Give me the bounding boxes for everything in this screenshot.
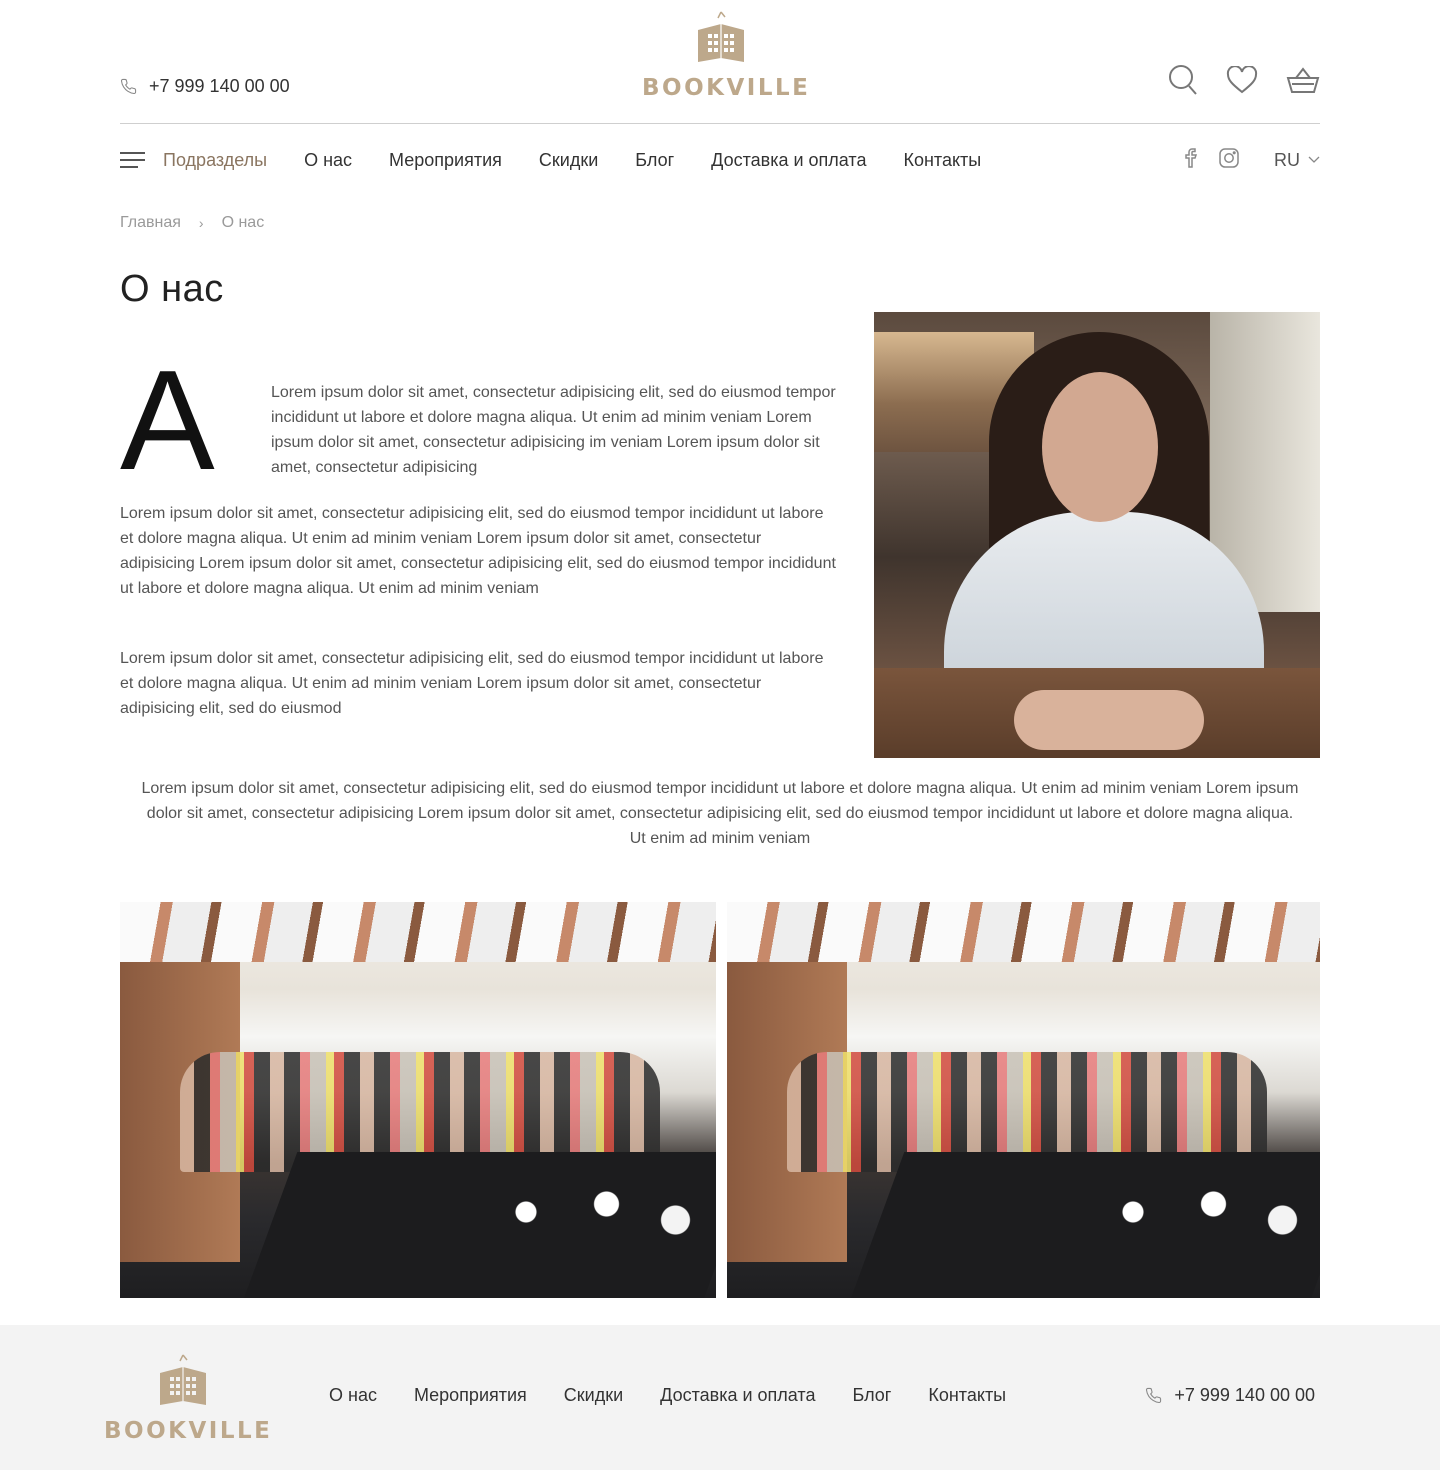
- chevron-down-icon: [1308, 156, 1320, 163]
- header-phone-number: +7 999 140 00 00: [149, 76, 290, 96]
- language-label: RU: [1274, 149, 1300, 170]
- center-paragraph: Lorem ipsum dolor sit amet, consectetur …: [141, 780, 1299, 847]
- nav-item-blog[interactable]: Блог: [635, 150, 674, 171]
- footer-logo[interactable]: BOOKVILLE: [104, 1353, 273, 1444]
- breadcrumb-home[interactable]: Главная: [120, 214, 181, 232]
- nav-item-about[interactable]: О нас: [304, 150, 352, 171]
- facebook-icon[interactable]: [1184, 147, 1198, 174]
- language-selector[interactable]: RU: [1274, 150, 1320, 171]
- footer-nav-contacts[interactable]: Контакты: [928, 1385, 1006, 1406]
- site-footer: BOOKVILLE О нас Мероприятия Скидки Доста…: [0, 1325, 1440, 1470]
- nav-item-delivery[interactable]: Доставка и оплата: [711, 150, 866, 171]
- nav-item-subsections[interactable]: Подразделы: [163, 150, 267, 171]
- search-icon[interactable]: [1168, 64, 1198, 101]
- portrait-photo: [874, 312, 1320, 758]
- heart-icon[interactable]: [1226, 65, 1258, 99]
- group-photo-1: [120, 902, 716, 1298]
- body-paragraph-2: Lorem ipsum dolor sit amet, consectetur …: [120, 650, 824, 717]
- main-nav: Подразделы О нас Мероприятия Скидки Блог…: [120, 124, 1320, 196]
- hamburger-icon[interactable]: [120, 152, 145, 168]
- phone-icon: [1146, 1387, 1162, 1404]
- basket-icon[interactable]: [1286, 66, 1320, 99]
- site-logo[interactable]: BOOKVILLE: [642, 10, 811, 101]
- header-phone[interactable]: +7 999 140 00 00: [120, 76, 290, 97]
- phone-icon: [120, 78, 137, 95]
- nav-right: RU: [1184, 124, 1320, 196]
- logo-text: BOOKVILLE: [642, 75, 811, 101]
- nav-item-discounts[interactable]: Скидки: [539, 150, 598, 171]
- header-actions: [1168, 64, 1320, 101]
- book-house-logo-icon: [160, 1354, 206, 1405]
- footer-nav-events[interactable]: Мероприятия: [414, 1385, 527, 1406]
- breadcrumb: Главная › О нас: [120, 214, 264, 232]
- footer-nav-discounts[interactable]: Скидки: [564, 1385, 623, 1406]
- footer-nav-about[interactable]: О нас: [329, 1385, 377, 1406]
- nav-item-events[interactable]: Мероприятия: [389, 150, 502, 171]
- footer-nav: О нас Мероприятия Скидки Доставка и опла…: [329, 1385, 1006, 1406]
- footer-nav-blog[interactable]: Блог: [852, 1385, 891, 1406]
- footer-phone-number: +7 999 140 00 00: [1174, 1385, 1315, 1405]
- instagram-icon[interactable]: [1218, 147, 1240, 174]
- footer-nav-delivery[interactable]: Доставка и оплата: [660, 1385, 815, 1406]
- site-header: +7 999 140 00 00 BOOKVILLE: [120, 0, 1320, 124]
- book-house-logo-icon: [698, 11, 744, 62]
- page-title: О нас: [120, 268, 224, 310]
- body-paragraph-1: Lorem ipsum dolor sit amet, consectetur …: [120, 505, 836, 597]
- footer-logo-text: BOOKVILLE: [104, 1418, 273, 1444]
- breadcrumb-separator-icon: ›: [198, 215, 204, 231]
- footer-phone[interactable]: +7 999 140 00 00: [1145, 1385, 1315, 1406]
- breadcrumb-current: О нас: [221, 214, 265, 231]
- nav-item-contacts[interactable]: Контакты: [903, 150, 981, 171]
- drop-cap: A: [120, 341, 215, 500]
- group-photo-2: [727, 902, 1320, 1298]
- intro-paragraph: Lorem ipsum dolor sit amet, consectetur …: [271, 384, 836, 476]
